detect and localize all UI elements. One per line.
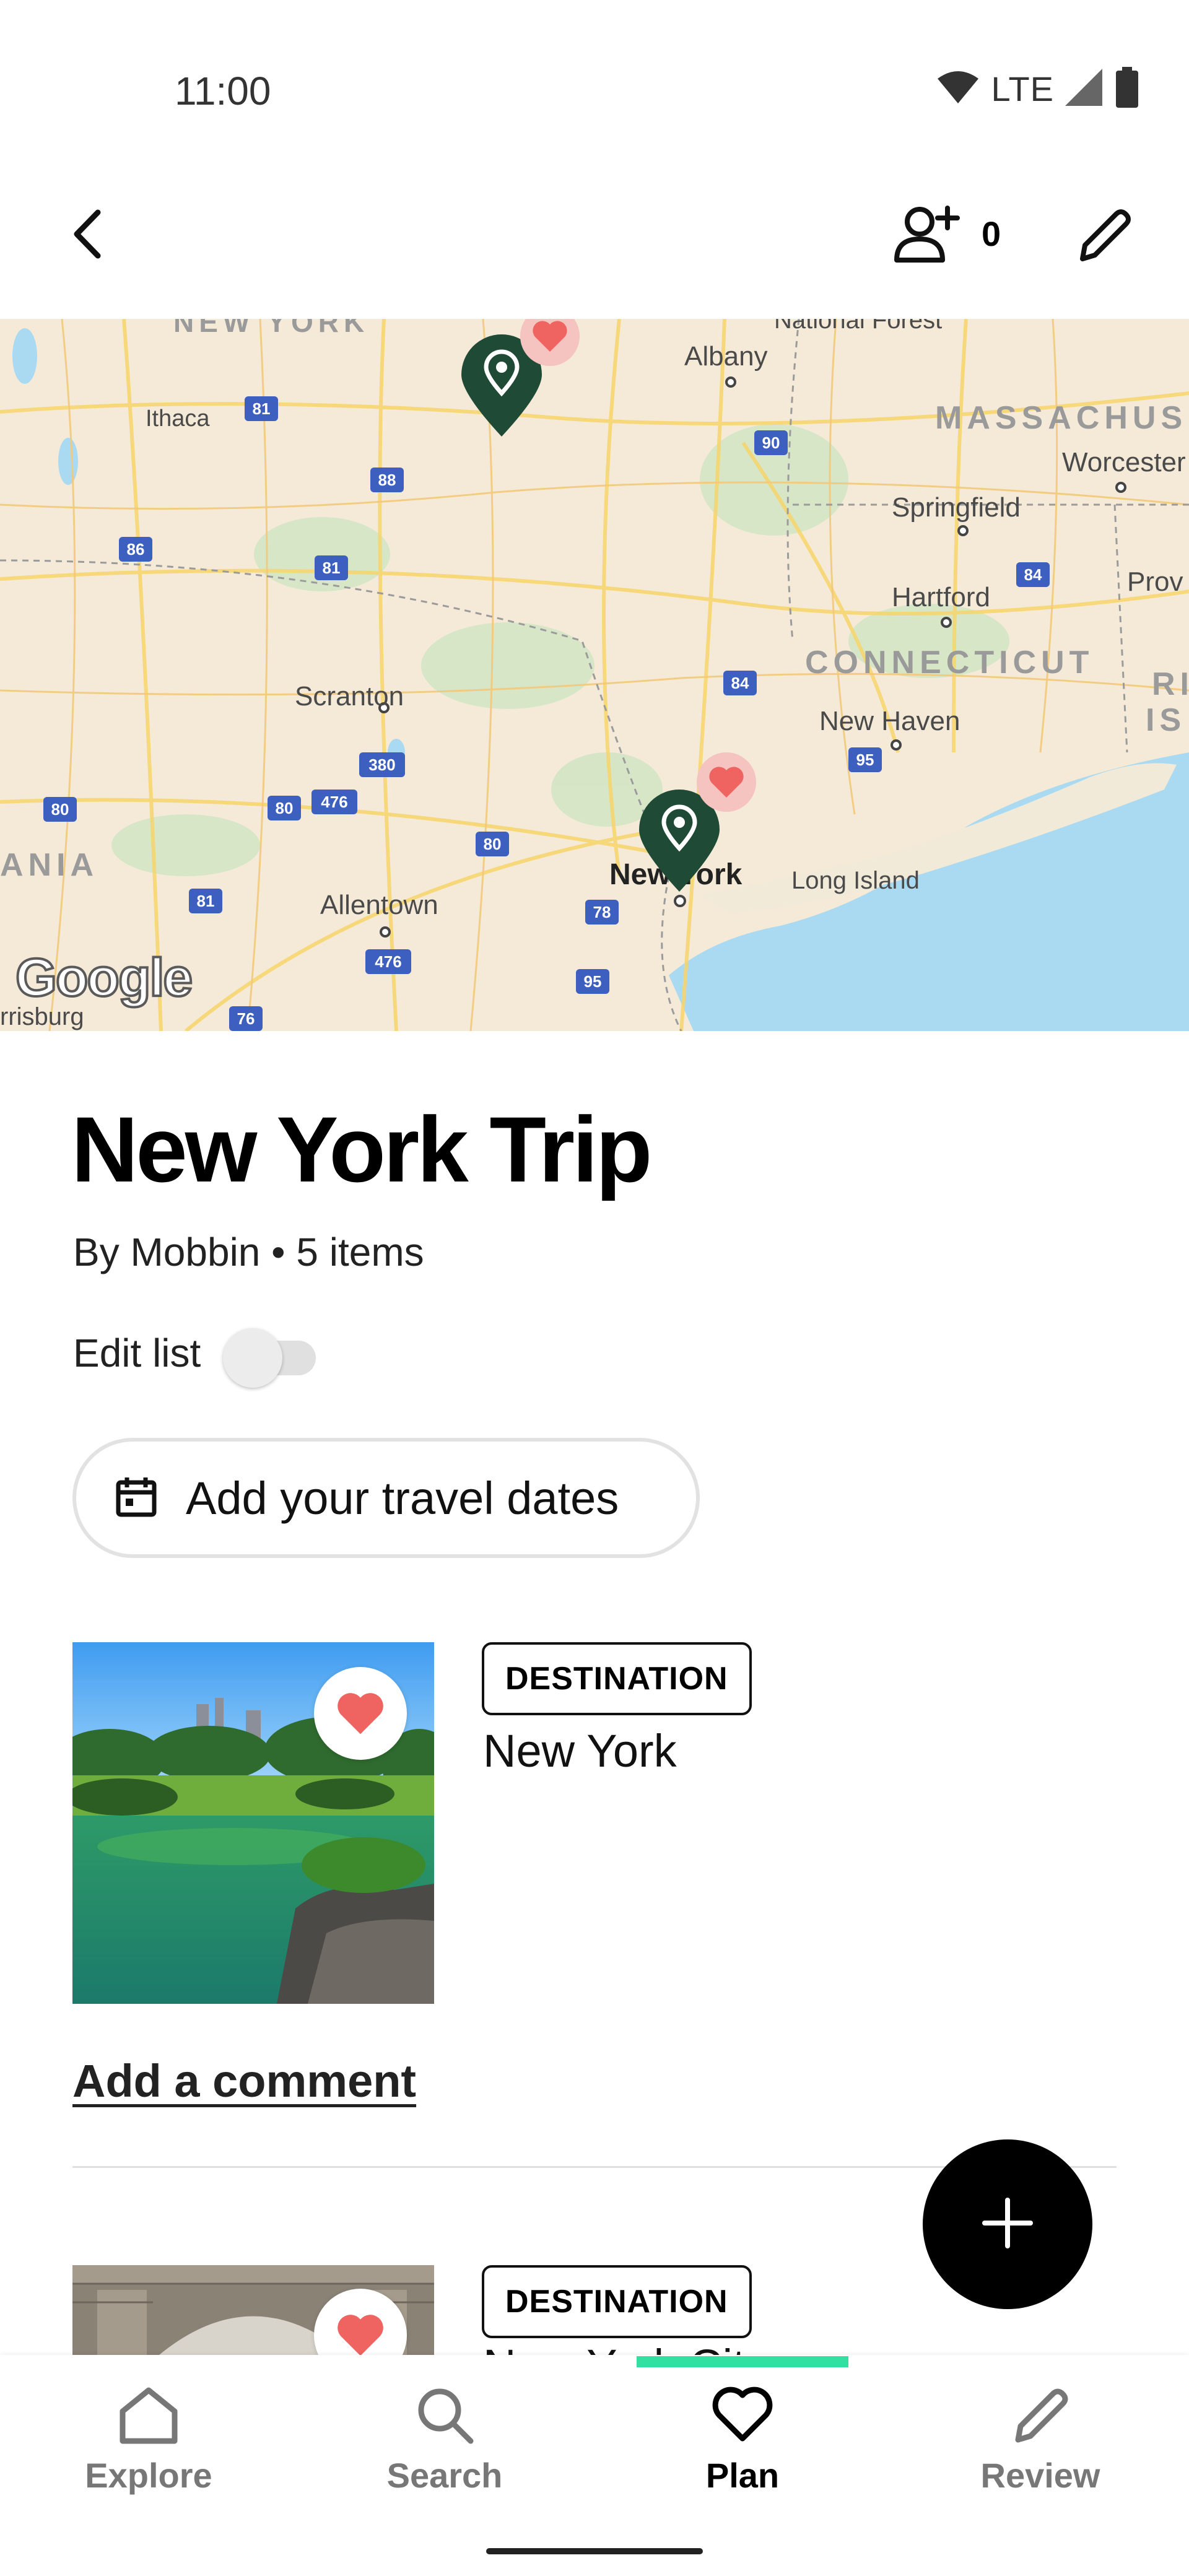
trip-map[interactable]: 81 88 90 86 81 84 84 380 95 80 80 476 80… [0,319,1189,1031]
svg-text:380: 380 [368,755,395,774]
svg-text:86: 86 [127,540,145,559]
map-label-pennsylvania: ANIA [0,847,99,883]
status-bar: 11:00 LTE [0,0,1189,180]
map-label-new-haven: New Haven [819,706,960,736]
nav-item-plan[interactable]: Plan [650,2384,835,2496]
map-label-long-island: Long Island [791,867,920,894]
chevron-left-icon [68,206,105,265]
heart-icon [533,321,567,352]
map-label-springfield: Springfield [892,492,1021,523]
plus-icon [980,2195,1035,2254]
map-label-providence: Prov [1127,567,1183,597]
map-label-hartford: Hartford [892,582,990,612]
item-name[interactable]: New York City [483,2347,769,2355]
map-label-massachusetts: MASSACHUS [935,400,1188,436]
item-image-new-york[interactable] [72,1642,434,2004]
edit-list-label: Edit list [73,1331,201,1375]
add-travel-dates-button[interactable]: Add your travel dates [72,1438,700,1558]
nav-item-search[interactable]: Search [352,2384,538,2496]
heart-icon [338,1693,383,1734]
add-comment-link[interactable]: Add a comment [72,2055,416,2107]
nav-label: Plan [705,2456,780,2495]
svg-text:90: 90 [762,433,780,452]
trip-title: New York Trip [71,1097,652,1201]
map-label-ithaca: Ithaca [146,406,210,432]
svg-text:81: 81 [323,559,341,577]
home-icon [118,2384,180,2449]
map-label-allentown: Allentown [320,890,438,920]
svg-text:76: 76 [237,1009,255,1028]
map-label-albany: Albany [684,341,768,372]
status-icons: LTE [936,67,1139,111]
map-label-new-york-state: NEW YORK [173,319,370,338]
item-image-new-york-city[interactable] [72,2265,434,2355]
add-person-icon [892,203,960,268]
item-type-badge: DESTINATION [482,2265,752,2338]
add-item-button[interactable] [923,2139,1092,2309]
item-type-badge: DESTINATION [482,1642,752,1715]
map-pin-heart [697,752,756,812]
svg-text:476: 476 [375,952,401,971]
heart-icon [712,2384,773,2449]
map-label-national-forest: National Forest [774,319,943,334]
pencil-icon [1071,203,1133,268]
wifi-icon [936,70,980,108]
save-item-button[interactable] [314,1667,407,1760]
svg-text:80: 80 [484,835,502,853]
back-button[interactable] [62,204,111,266]
svg-text:78: 78 [593,903,611,921]
edit-list-toggle[interactable] [223,1325,319,1388]
svg-text:95: 95 [584,972,602,991]
svg-text:476: 476 [321,793,347,811]
map-label-scranton: Scranton [295,681,404,711]
add-travel-dates-label: Add your travel dates [186,1472,619,1524]
google-attribution: Google [14,947,194,1009]
svg-text:84: 84 [1024,565,1042,584]
pencil-icon [1009,2384,1071,2449]
svg-text:81: 81 [253,399,271,418]
nav-label: Review [980,2456,1100,2495]
trip-meta: By Mobbin • 5 items [73,1230,424,1274]
map-label-connecticut: CONNECTICUT [805,645,1094,681]
svg-text:84: 84 [731,674,749,692]
svg-text:80: 80 [276,799,294,817]
battery-icon [1115,67,1139,111]
status-time: 11:00 [175,69,271,113]
nav-label: Explore [85,2456,212,2495]
map-label-rhode-island-2: IS [1146,702,1187,738]
search-icon [414,2384,476,2449]
nav-label: Search [386,2456,503,2495]
item-name-clip: New York City [483,2347,769,2355]
network-type: LTE [991,69,1054,108]
active-tab-indicator [637,2356,848,2367]
map-label-rhode-island-1: RI [1152,666,1189,702]
map-label-worcester: Worcester [1062,447,1186,477]
svg-text:81: 81 [197,892,215,910]
nav-item-review[interactable]: Review [947,2384,1133,2496]
home-indicator[interactable] [486,2548,703,2554]
svg-text:80: 80 [51,800,69,819]
edit-trip-button[interactable] [1065,198,1139,272]
heart-icon [338,2315,383,2355]
svg-text:95: 95 [856,751,874,769]
item-name[interactable]: New York [483,1725,677,1777]
invite-count: 0 [982,214,1001,253]
calendar-icon [115,1475,158,1521]
invite-button[interactable] [889,201,963,269]
heart-icon [709,767,744,798]
toggle-thumb [223,1328,282,1388]
svg-text:88: 88 [378,471,396,489]
nav-item-explore[interactable]: Explore [56,2384,242,2496]
signal-icon [1065,69,1104,109]
